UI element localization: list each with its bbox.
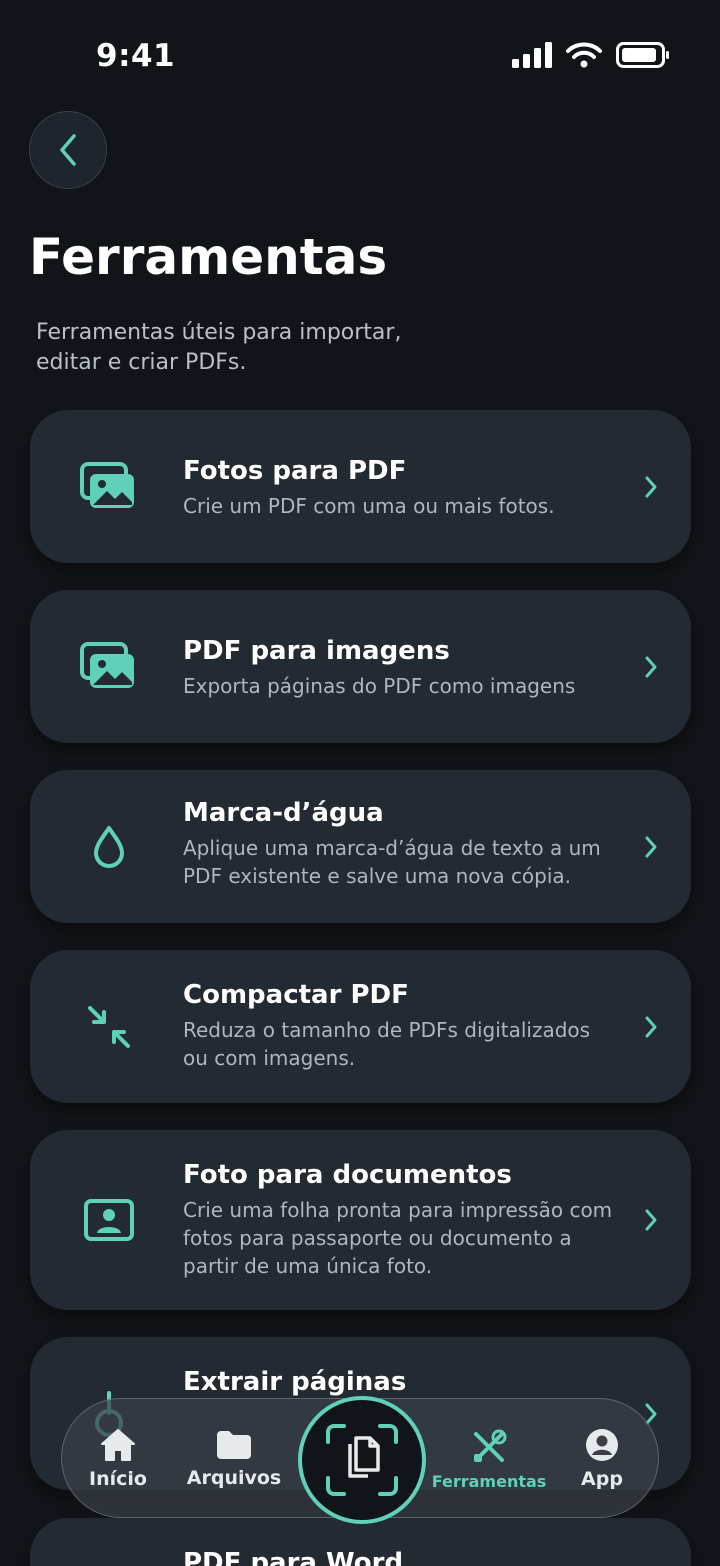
compress-icon <box>80 998 138 1056</box>
chevron-left-icon <box>60 134 76 166</box>
tool-text: Compactar PDF Reduza o tamanho de PDFs d… <box>183 978 619 1072</box>
tool-description: Reduza o tamanho de PDFs digitalizados o… <box>183 1018 591 1070</box>
folder-icon <box>217 1431 251 1459</box>
tool-title: PDF para Word <box>183 1548 404 1566</box>
id-photo-icon <box>80 1191 138 1249</box>
tab-label: Início <box>89 1468 147 1490</box>
tool-description: Crie um PDF com uma ou mais fotos. <box>183 494 555 518</box>
home-icon <box>101 1429 135 1461</box>
tool-description: Aplique uma marca-d’água de texto a um P… <box>183 836 601 888</box>
tool-card-compress-pdf[interactable]: Compactar PDF Reduza o tamanho de PDFs d… <box>30 950 691 1103</box>
tool-title: Foto para documentos <box>183 1160 512 1190</box>
tool-title: Extrair páginas <box>183 1367 407 1397</box>
battery-icon <box>616 42 669 68</box>
chevron-right-icon <box>641 652 661 682</box>
tool-text: Fotos para PDF Crie um PDF com uma ou ma… <box>183 454 619 520</box>
tool-text: Marca-d’água Aplique uma marca-d’água de… <box>183 796 619 890</box>
profile-icon <box>586 1429 618 1461</box>
tab-label: Ferramentas <box>431 1471 547 1491</box>
back-button[interactable] <box>29 111 107 189</box>
tools-icon <box>474 1429 507 1462</box>
signal-icon <box>512 42 552 68</box>
tab-arquivos[interactable]: Arquivos <box>180 1399 288 1519</box>
droplet-icon <box>80 818 138 876</box>
scan-document-icon <box>326 1424 398 1496</box>
tab-app[interactable]: App <box>562 1399 642 1519</box>
chevron-right-icon <box>641 832 661 862</box>
page-title: Ferramentas <box>29 228 388 286</box>
wifi-icon <box>566 42 602 68</box>
tool-title: PDF para imagens <box>183 636 450 666</box>
tab-inicio[interactable]: Início <box>76 1399 160 1519</box>
tab-label: App <box>581 1468 623 1490</box>
tool-title: Marca-d’água <box>183 798 384 828</box>
chevron-right-icon <box>641 472 661 502</box>
tool-text: PDF para Word <box>183 1546 619 1566</box>
chevron-right-icon <box>641 1205 661 1235</box>
tool-title: Compactar PDF <box>183 980 409 1010</box>
tool-description: Crie uma folha pronta para impressão com… <box>183 1198 613 1278</box>
tool-title: Fotos para PDF <box>183 456 407 486</box>
tool-card-document-photo[interactable]: Foto para documentos Crie uma folha pron… <box>30 1130 691 1310</box>
tool-description: Exporta páginas do PDF como imagens <box>183 674 576 698</box>
photos-icon <box>80 458 138 516</box>
status-time: 9:41 <box>96 38 176 74</box>
tab-label: Arquivos <box>186 1467 282 1489</box>
scan-button[interactable] <box>298 1396 426 1524</box>
chevron-right-icon <box>641 1012 661 1042</box>
tool-card-pdf-to-word[interactable]: PDF para Word <box>30 1518 691 1566</box>
tool-text: PDF para imagens Exporta páginas do PDF … <box>183 634 619 700</box>
page-subtitle: Ferramentas úteis para importar, editar … <box>36 320 402 375</box>
status-icons <box>512 42 670 68</box>
tool-text: Extrair páginas <box>183 1365 619 1399</box>
tool-card-watermark[interactable]: Marca-d’água Aplique uma marca-d’água de… <box>30 770 691 923</box>
tool-card-pdf-to-images[interactable]: PDF para imagens Exporta páginas do PDF … <box>30 590 691 743</box>
tool-card-photos-to-pdf[interactable]: Fotos para PDF Crie um PDF com uma ou ma… <box>30 410 691 563</box>
images-icon <box>80 638 138 696</box>
tool-text: Foto para documentos Crie uma folha pron… <box>183 1158 619 1280</box>
tab-ferramentas[interactable]: Ferramentas <box>431 1399 547 1519</box>
status-bar: 9:41 <box>0 0 720 110</box>
